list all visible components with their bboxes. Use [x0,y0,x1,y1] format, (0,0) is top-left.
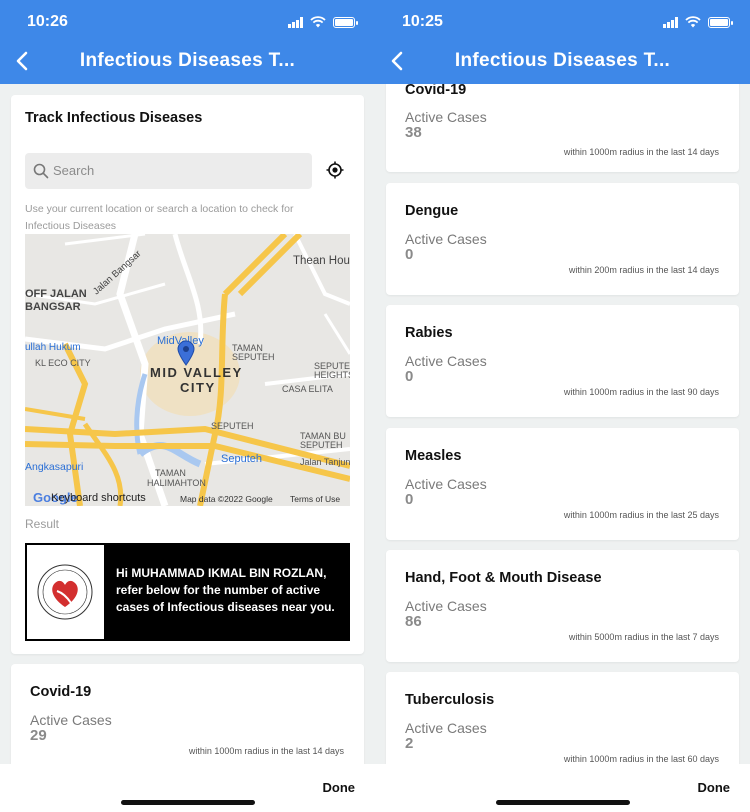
status-time: 10:26 [27,13,68,30]
map-label: SEPUTEH [211,421,254,431]
active-cases-count: 29 [30,727,47,744]
status-icons [288,16,358,28]
status-time: 10:25 [402,13,443,30]
map-footer: Google Keyboard shortcuts Map data ©2022… [25,490,350,506]
map-label: ullah Hukum [25,342,81,353]
map-label: Thean Hou [293,255,350,267]
result-label: Result [25,517,60,531]
map-label: MID VALLEY [150,365,243,380]
disease-card[interactable]: Covid-19 Active Cases 38 within 1000m ra… [386,84,739,172]
map-label: CITY [180,380,216,395]
active-cases-count: 0 [405,491,414,508]
map-label: TAMAN [155,468,186,478]
active-cases-label: Active Cases [405,231,487,247]
bottom-bar: Done [0,764,375,812]
header-bar: 10:26 Infectious Diseases T... [0,0,375,84]
search-placeholder: Search [53,163,95,178]
disease-card[interactable]: Hand, Foot & Mouth Disease Active Cases … [386,550,739,662]
map-label: CASA ELITA [282,384,333,394]
disease-name: Hand, Foot & Mouth Disease [405,570,602,586]
active-cases-count: 0 [405,246,414,263]
terms-of-use-link[interactable]: Terms of Use [290,494,340,504]
disease-name: Covid-19 [405,84,467,98]
battery-icon [708,16,733,28]
map-label: SEPUTEH [300,440,343,450]
greeting-message: Hi MUHAMMAD IKMAL BIN ROZLAN, refer belo… [116,566,335,614]
disease-card[interactable]: Rabies Active Cases 0 within 1000m radiu… [386,305,739,417]
home-indicator [121,800,255,805]
header-bar: 10:25 Infectious Diseases T... [375,0,750,84]
track-title: Track Infectious Diseases [25,110,203,126]
signal-icon [663,16,678,28]
radius-info: within 1000m radius in the last 14 days [188,746,344,756]
map-pin-icon[interactable] [177,340,195,366]
active-cases-label: Active Cases [405,476,487,492]
active-cases-label: Active Cases [405,720,487,736]
map-label: Jalan Tanjun [300,457,350,467]
radius-info: within 1000m radius in the last 25 days [563,510,719,520]
search-input[interactable]: Search [25,153,312,189]
battery-icon [333,16,358,28]
map-label: OFF JALAN [25,288,87,300]
current-location-icon[interactable] [326,161,344,179]
map-label: BANGSAR [25,301,81,313]
left-screen: 10:26 Infectious Diseases T... Track Inf… [0,0,375,812]
radius-info: within 1000m radius in the last 60 days [563,754,719,764]
active-cases-label: Active Cases [405,109,487,125]
disease-card[interactable]: Dengue Active Cases 0 within 200m radius… [386,183,739,295]
active-cases-label: Active Cases [30,712,112,728]
map-label: Angkasapuri [25,461,84,473]
right-screen: 10:25 Infectious Diseases T... Covid-19 … [375,0,750,812]
wifi-icon [685,16,701,28]
home-indicator [496,800,630,805]
done-button[interactable]: Done [698,780,731,795]
active-cases-count: 38 [405,124,422,141]
disease-name: Tuberculosis [405,692,495,708]
disease-card[interactable]: Measles Active Cases 0 within 1000m radi… [386,428,739,540]
active-cases-label: Active Cases [405,353,487,369]
map-label: Seputeh [221,453,262,465]
active-cases-count: 2 [405,735,414,752]
signal-icon [288,16,303,28]
content-scroll[interactable]: Covid-19 Active Cases 38 within 1000m ra… [375,84,750,764]
location-hint: Use your current location or search a lo… [25,203,294,232]
search-icon [33,163,49,179]
organization-logo [27,545,104,639]
bottom-bar: Done [375,764,750,812]
map-label: KL ECO CITY [35,358,91,368]
done-button[interactable]: Done [323,780,356,795]
active-cases-count: 86 [405,613,422,630]
disease-name: Measles [405,448,462,464]
map-view[interactable]: Thean Hou OFF JALAN BANGSAR Jalan Bangsa… [25,234,350,506]
radius-info: within 5000m radius in the last 7 days [568,632,719,642]
map-label: HEIGHTS [314,370,350,380]
disease-card[interactable]: Tuberculosis Active Cases 2 within 1000m… [386,672,739,764]
disease-card[interactable]: Covid-19 Active Cases 29 within 1000m ra… [11,664,364,764]
map-label: SEPUTEH [232,352,275,362]
content-scroll[interactable]: Track Infectious Diseases Search Use you… [0,84,375,764]
radius-info: within 1000m radius in the last 90 days [563,387,719,397]
keyboard-shortcuts-link[interactable]: Keyboard shortcuts [51,492,146,504]
disease-name: Covid-19 [30,684,92,700]
disease-name: Rabies [405,325,453,341]
radius-info: within 200m radius in the last 14 days [568,265,719,275]
status-icons [663,16,733,28]
page-title: Infectious Diseases T... [454,50,671,71]
disease-name: Dengue [405,203,459,219]
active-cases-count: 0 [405,368,414,385]
track-card: Track Infectious Diseases Search Use you… [11,95,364,654]
radius-info: within 1000m radius in the last 14 days [563,147,719,157]
wifi-icon [310,16,326,28]
map-data-attribution: Map data ©2022 Google [180,494,273,504]
map-label: HALIMAHTON [147,478,206,488]
result-banner: Hi MUHAMMAD IKMAL BIN ROZLAN, refer belo… [25,543,350,641]
active-cases-label: Active Cases [405,598,487,614]
page-title: Infectious Diseases T... [79,50,296,71]
